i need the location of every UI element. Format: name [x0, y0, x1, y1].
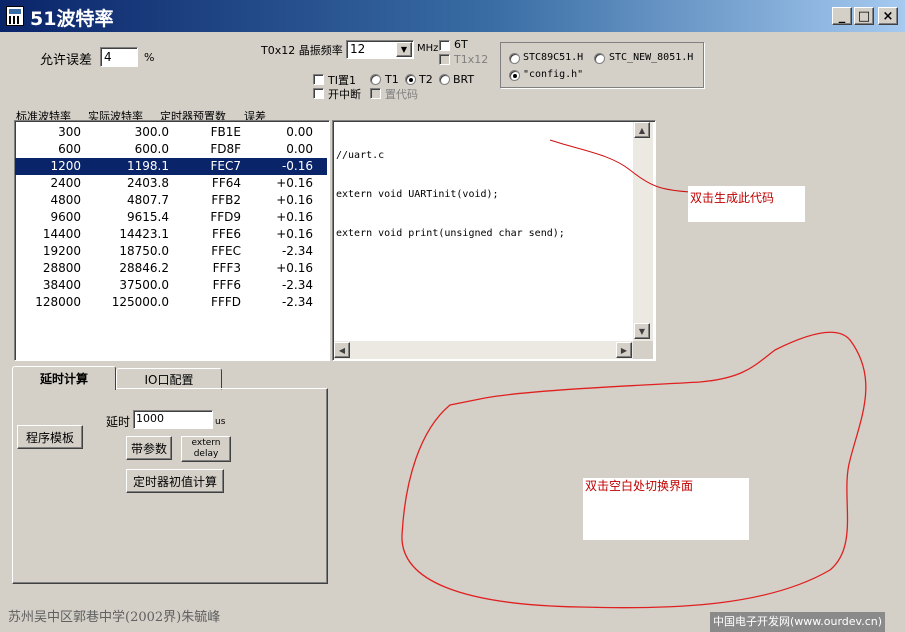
- annotation-arrow: [549, 139, 691, 193]
- t1-radio[interactable]: [370, 74, 381, 85]
- code-text[interactable]: //uart.c extern void UARTinit(void); ext…: [336, 123, 565, 266]
- table-row[interactable]: 28800 28846.2 FFF3 +0.16: [15, 260, 327, 277]
- delay-input[interactable]: 1000: [133, 410, 213, 429]
- crystal-select[interactable]: 12 ▼: [346, 40, 414, 59]
- ti-set-checkbox[interactable]: [313, 74, 324, 85]
- extern-delay-line1: extern: [191, 438, 221, 448]
- annotation-loop: [401, 331, 867, 609]
- code-line: extern void print(unsigned char send);: [336, 228, 565, 239]
- error-tolerance-input[interactable]: 4: [100, 47, 138, 67]
- config-h-label: "config.h": [523, 69, 584, 80]
- chevron-down-icon[interactable]: ▼: [396, 42, 412, 57]
- t1-label: T1: [385, 73, 399, 86]
- extern-delay-button[interactable]: extern delay: [181, 436, 231, 462]
- mhz-unit: MHz: [417, 43, 439, 54]
- t2-label: T2: [419, 73, 433, 86]
- program-template-button[interactable]: 程序模板: [17, 425, 83, 449]
- delay-unit: us: [215, 417, 226, 427]
- tab-io-config[interactable]: IO口配置: [116, 368, 222, 390]
- crystal-select-value: 12: [350, 42, 366, 56]
- error-tolerance-label: 允许误差: [40, 53, 93, 68]
- six-t-label: 6T: [454, 38, 468, 51]
- set-code-checkbox[interactable]: [370, 88, 381, 99]
- table-row[interactable]: 600 600.0 FD8F 0.00: [15, 141, 327, 158]
- table-row[interactable]: 2400 2403.8 FF64 +0.16: [15, 175, 327, 192]
- enable-interrupt-checkbox[interactable]: [313, 88, 324, 99]
- config-h-radio[interactable]: [509, 70, 520, 81]
- percent-unit: %: [144, 51, 155, 64]
- crystal-label: T0x12 晶振频率: [261, 44, 343, 57]
- stc89c51-radio[interactable]: [509, 53, 520, 64]
- title-bar[interactable]: [0, 0, 905, 32]
- table-row-selected[interactable]: 1200 1198.1 FEC7 -0.16: [15, 158, 327, 175]
- author-credit: 苏州吴中区郭巷中学(2002界)朱毓峰: [8, 610, 221, 625]
- with-params-button[interactable]: 带参数: [126, 436, 172, 460]
- annotation-switch-ui: 双击空白处切换界面: [585, 479, 694, 493]
- set-code-label: 置代码: [385, 88, 418, 101]
- enable-interrupt-label: 开中断: [328, 88, 361, 101]
- table-row[interactable]: 300 300.0 FB1E 0.00: [15, 124, 327, 141]
- stc-new-8051-radio[interactable]: [594, 53, 605, 64]
- scroll-left-icon[interactable]: ◀: [334, 342, 350, 358]
- six-t-checkbox[interactable]: [439, 40, 450, 51]
- window-title: 51波特率: [30, 8, 114, 30]
- minimize-button[interactable]: _: [832, 7, 852, 25]
- brt-label: BRT: [453, 73, 475, 86]
- delay-label: 延时: [106, 415, 131, 429]
- tab-panel: 程序模板 延时 1000 us 带参数 extern delay 定时器初值计算: [12, 388, 328, 584]
- header-file-group: STC89C51.H STC_NEW_8051.H "config.h": [500, 42, 704, 88]
- table-row[interactable]: 9600 9615.4 FFD9 +0.16: [15, 209, 327, 226]
- code-line: //uart.c: [336, 150, 385, 161]
- t1x12-label: T1x12: [454, 53, 489, 66]
- brt-radio[interactable]: [439, 74, 450, 85]
- maximize-button[interactable]: □: [854, 7, 874, 25]
- table-row[interactable]: 128000 125000.0 FFFD -2.34: [15, 294, 327, 311]
- table-row[interactable]: 19200 18750.0 FFEC -2.34: [15, 243, 327, 260]
- code-line: extern void UARTinit(void);: [336, 189, 499, 200]
- app-icon: [6, 6, 24, 26]
- table-row[interactable]: 38400 37500.0 FFF6 -2.34: [15, 277, 327, 294]
- t2-radio[interactable]: [405, 74, 416, 85]
- t1x12-checkbox[interactable]: [439, 54, 450, 65]
- tab-delay-calc[interactable]: 延时计算: [12, 366, 116, 390]
- annotation-generate-code: 双击生成此代码: [690, 191, 775, 205]
- stc89c51-label: STC89C51.H: [523, 52, 584, 63]
- extern-delay-line2: delay: [193, 449, 219, 459]
- watermark: 中国电子开发网(www.ourdev.cn): [710, 612, 886, 632]
- table-row[interactable]: 4800 4807.7 FFB2 +0.16: [15, 192, 327, 209]
- close-button[interactable]: ×: [878, 7, 898, 25]
- stc-new-8051-label: STC_NEW_8051.H: [609, 52, 694, 63]
- baud-rate-list[interactable]: 300 300.0 FB1E 0.00 600 600.0 FD8F 0.00 1200 11…: [14, 120, 330, 361]
- timer-init-button[interactable]: 定时器初值计算: [126, 469, 224, 493]
- table-row[interactable]: 14400 14423.1 FFE6 +0.16: [15, 226, 327, 243]
